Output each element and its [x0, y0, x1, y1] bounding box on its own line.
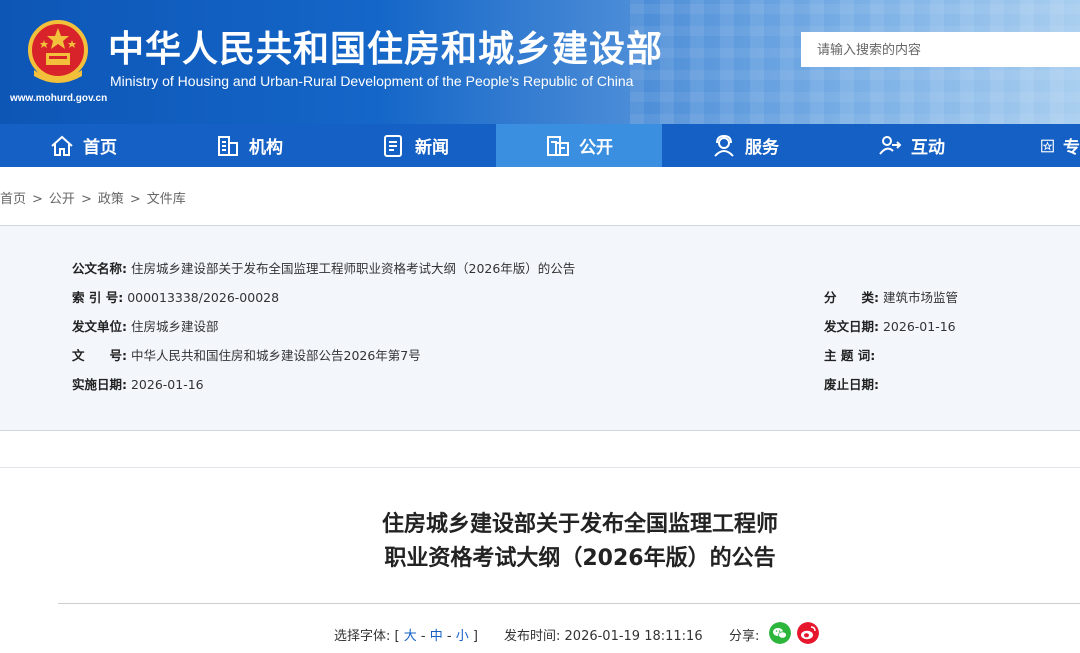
info-label: 废止日期: — [824, 377, 879, 392]
bracket-open: [ — [394, 629, 400, 644]
breadcrumb-public[interactable]: 公开 — [49, 192, 75, 207]
news-icon — [384, 134, 402, 157]
info-row-abolish-date: 废止日期: — [824, 374, 879, 393]
main-nav: 首页 机构 新闻 公开 服务 互动 专 — [0, 124, 1080, 167]
info-row-name: 公文名称: 住房城乡建设部关于发布全国监理工程师职业资格考试大纲（2026年版）… — [72, 258, 575, 277]
info-value: 中华人民共和国住房和城乡建设部公告2026年第7号 — [130, 348, 421, 363]
info-value: 住房城乡建设部 — [130, 319, 219, 334]
publish-time-value: 2026-01-19 18:11:16 — [564, 629, 703, 644]
interaction-icon — [879, 135, 902, 155]
nav-label: 专 — [1063, 138, 1080, 158]
national-emblem-icon[interactable] — [26, 20, 90, 86]
info-row-topic: 主 题 词: — [824, 345, 875, 364]
search-input[interactable] — [801, 32, 1080, 67]
nav-item-organization[interactable]: 机构 — [166, 124, 332, 167]
info-value: 2026-01-16 — [130, 377, 204, 392]
document-icon — [547, 135, 569, 156]
service-icon — [714, 134, 734, 157]
info-row-category: 分 类: 建筑市场监管 — [824, 287, 958, 306]
nav-label: 公开 — [579, 138, 613, 158]
nav-label: 机构 — [249, 138, 283, 158]
info-row-issue-date: 发文日期: 2026-01-16 — [824, 316, 956, 335]
breadcrumb-home[interactable]: 首页 — [0, 192, 26, 207]
star-icon — [1041, 139, 1054, 152]
nav-label: 服务 — [745, 138, 779, 158]
document-info-panel: 公文名称: 住房城乡建设部关于发布全国监理工程师职业资格考试大纲（2026年版）… — [0, 226, 1080, 431]
info-label: 索 引 号: — [72, 290, 124, 305]
bracket-close: ] — [472, 629, 478, 644]
nav-item-home[interactable]: 首页 — [0, 124, 166, 167]
breadcrumb-file-library[interactable]: 文件库 — [147, 192, 186, 207]
article-title-line-2: 职业资格考试大纲（2026年版）的公告 — [384, 546, 776, 571]
share-label: 分享: — [729, 629, 760, 644]
nav-item-special[interactable]: 专 — [994, 124, 1080, 167]
building-icon — [218, 135, 238, 156]
weibo-icon[interactable] — [797, 622, 819, 644]
article-title: 住房城乡建设部关于发布全国监理工程师 职业资格考试大纲（2026年版）的公告 — [0, 508, 1080, 576]
site-title-english: Ministry of Housing and Urban-Rural Deve… — [110, 73, 634, 89]
font-size-separator: - — [420, 629, 426, 644]
font-size-separator: - — [446, 629, 452, 644]
breadcrumb: 首页 > 公开 > 政策 > 文件库 — [0, 188, 186, 207]
info-label: 主 题 词: — [824, 348, 876, 363]
breadcrumb-policy[interactable]: 政策 — [98, 192, 124, 207]
info-label: 文 号: — [72, 348, 127, 363]
nav-label: 互动 — [911, 138, 945, 158]
breadcrumb-separator: > — [32, 192, 43, 207]
font-size-selector: 选择字体: [ 大 - 中 - 小 ] — [334, 625, 478, 644]
info-value: 建筑市场监管 — [882, 290, 958, 305]
home-icon — [51, 135, 73, 156]
font-size-medium-link[interactable]: 中 — [430, 629, 443, 644]
font-size-label: 选择字体: — [334, 629, 391, 644]
nav-label: 新闻 — [415, 138, 449, 158]
nav-item-service[interactable]: 服务 — [662, 124, 828, 167]
nav-label: 首页 — [83, 138, 117, 158]
info-row-doc-number: 文 号: 中华人民共和国住房和城乡建设部公告2026年第7号 — [72, 345, 421, 364]
font-size-small-link[interactable]: 小 — [456, 629, 469, 644]
site-title-chinese[interactable]: 中华人民共和国住房和城乡建设部 — [108, 20, 663, 72]
divider — [58, 603, 1080, 604]
info-value: 000013338/2026-00028 — [127, 290, 280, 305]
publish-time: 发布时间: 2026-01-19 18:11:16 — [504, 625, 703, 644]
site-header: www.mohurd.gov.cn 中华人民共和国住房和城乡建设部 Minist… — [0, 0, 1080, 124]
site-url: www.mohurd.gov.cn — [10, 93, 108, 104]
info-value: 住房城乡建设部关于发布全国监理工程师职业资格考试大纲（2026年版）的公告 — [130, 261, 576, 276]
article-title-line-1: 住房城乡建设部关于发布全国监理工程师 — [381, 512, 778, 537]
divider — [0, 467, 1080, 468]
nav-item-public[interactable]: 公开 — [496, 124, 662, 167]
info-label: 发文单位: — [72, 319, 127, 334]
info-label: 发文日期: — [824, 319, 879, 334]
info-row-impl-date: 实施日期: 2026-01-16 — [72, 374, 204, 393]
info-value: 2026-01-16 — [882, 319, 956, 334]
nav-item-interaction[interactable]: 互动 — [828, 124, 994, 167]
breadcrumb-separator: > — [129, 192, 141, 207]
wechat-icon[interactable] — [769, 622, 791, 644]
publish-time-label: 发布时间: — [504, 629, 561, 644]
font-size-large-link[interactable]: 大 — [404, 629, 417, 644]
breadcrumb-separator: > — [80, 192, 92, 207]
info-label: 实施日期: — [72, 377, 127, 392]
info-row-unit: 发文单位: 住房城乡建设部 — [72, 316, 219, 335]
info-row-index: 索 引 号: 000013338/2026-00028 — [72, 287, 279, 306]
info-label: 分 类: — [824, 290, 879, 305]
info-label: 公文名称: — [72, 261, 127, 276]
nav-item-news[interactable]: 新闻 — [332, 124, 498, 167]
